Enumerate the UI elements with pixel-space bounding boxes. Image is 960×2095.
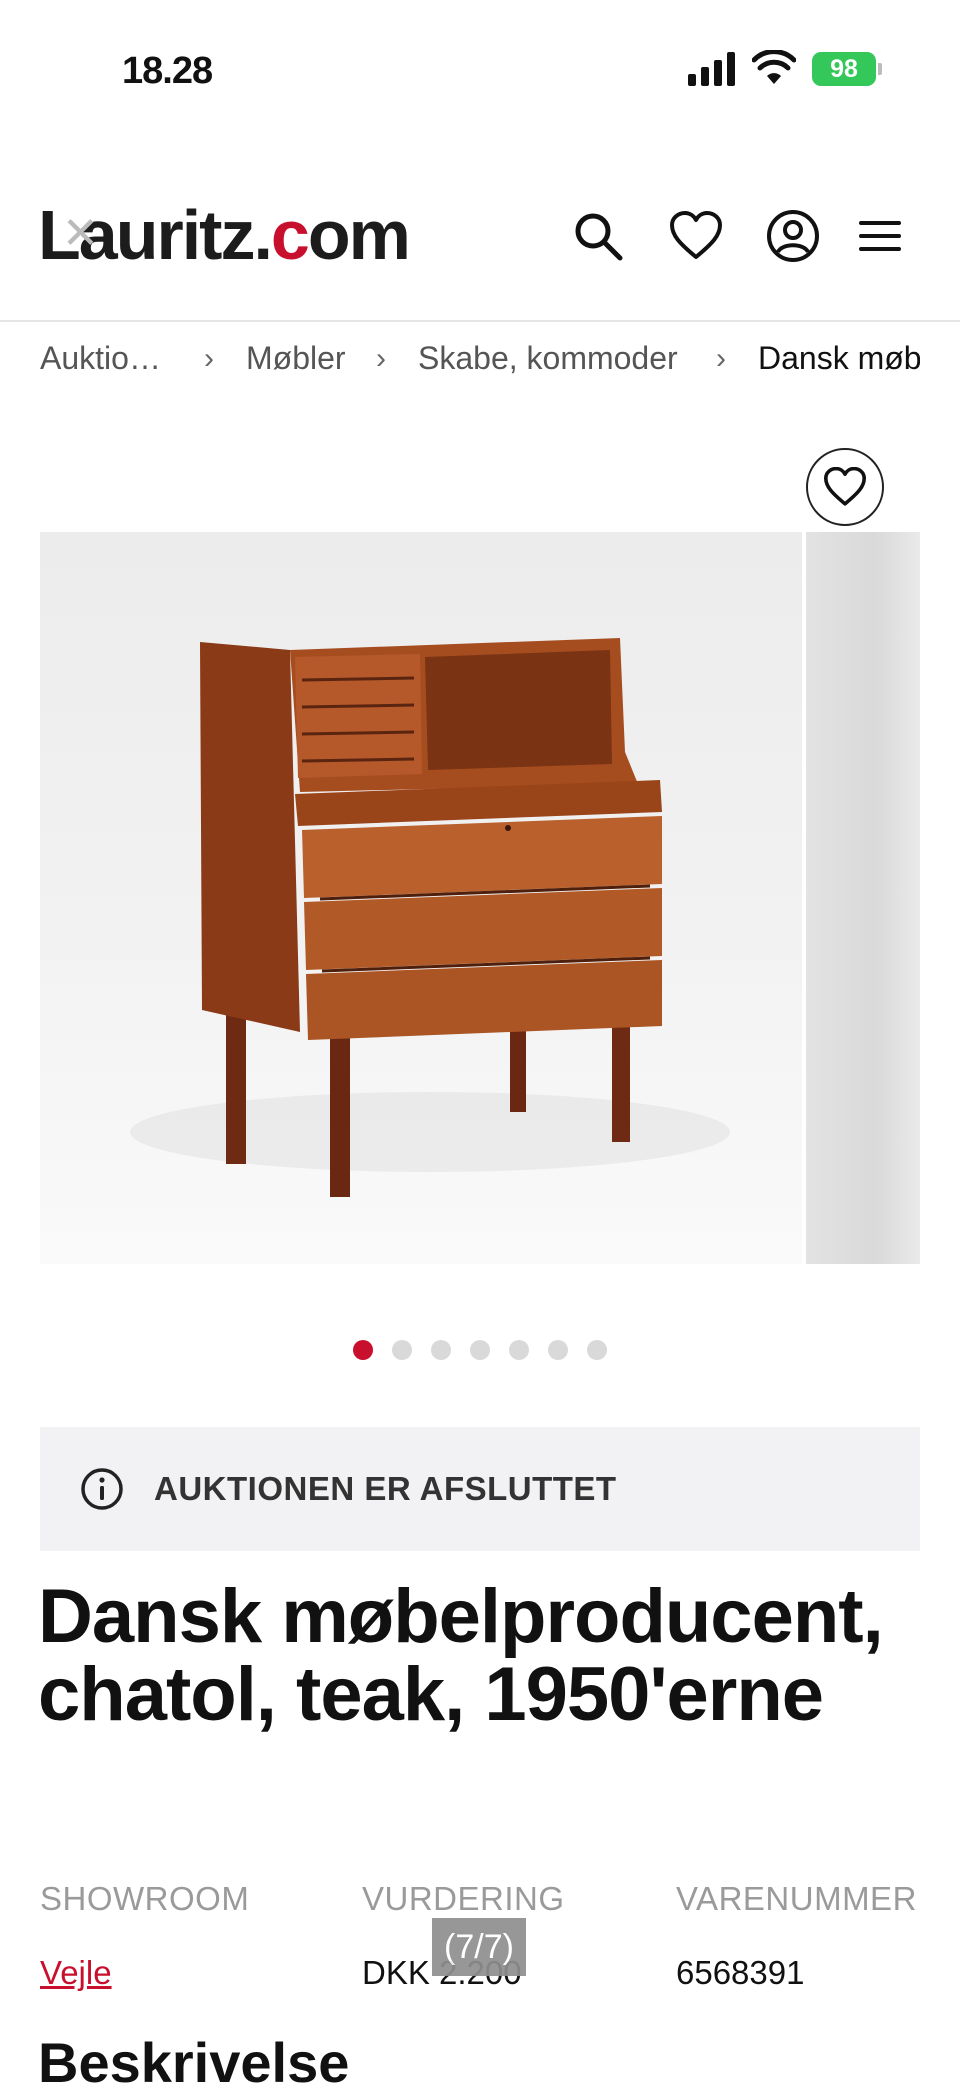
logo-accent: c: [270, 196, 310, 274]
gallery-dot[interactable]: [431, 1340, 451, 1360]
wifi-icon: [752, 50, 796, 84]
gallery-dot[interactable]: [509, 1340, 529, 1360]
battery-tip: [878, 63, 882, 75]
item-number-value: 6568391: [676, 1954, 805, 1991]
chevron-right-icon: ›: [204, 342, 214, 375]
image-counter-overlay: (7/7): [432, 1918, 526, 1976]
breadcrumb-item-current: Dansk møbelproducent: [758, 340, 920, 376]
search-button[interactable]: [566, 204, 630, 268]
breadcrumb-item-cabinets[interactable]: Skabe, kommoder: [418, 340, 678, 377]
chevron-right-icon: ›: [376, 342, 386, 375]
breadcrumb-item-auctions[interactable]: Auktio…: [40, 340, 161, 377]
status-time: 18.28: [122, 50, 213, 92]
close-icon[interactable]: ✕: [62, 208, 99, 259]
info-icon: [81, 1468, 123, 1510]
product-image[interactable]: [40, 532, 802, 1264]
gallery-dot[interactable]: [587, 1340, 607, 1360]
breadcrumb-item-furniture[interactable]: Møbler: [246, 340, 346, 377]
gallery-pagination: [0, 1340, 960, 1364]
teak-cabinet-illustration: [130, 638, 730, 1197]
showroom-label: SHOWROOM: [40, 1880, 250, 1917]
menu-button[interactable]: [848, 204, 912, 268]
gallery-dot[interactable]: [392, 1340, 412, 1360]
notice-text: AUKTIONEN ER AFSLUTTET: [154, 1470, 617, 1507]
logo-suffix: om: [307, 196, 411, 274]
heart-icon: [670, 211, 722, 259]
breadcrumb: Auktio… › Møbler › Skabe, kommoder › Dan…: [40, 340, 920, 380]
valuation-label: VURDERING: [362, 1880, 565, 1917]
image-counter-text: (7/7): [444, 1927, 514, 1966]
chevron-right-icon: ›: [716, 342, 726, 375]
showroom-link[interactable]: Vejle: [40, 1954, 112, 1992]
description-heading: Beskrivelse: [38, 2031, 350, 2094]
product-image-next-peek[interactable]: [806, 532, 920, 1264]
auction-ended-notice: AUKTIONEN ER AFSLUTTET: [40, 1427, 920, 1551]
site-header: Lauritz.com ✕: [0, 160, 960, 322]
battery-indicator: 98: [812, 52, 876, 86]
account-button[interactable]: [761, 204, 825, 268]
menu-icon: [859, 221, 901, 251]
cellular-signal-icon: [688, 52, 735, 86]
gallery-dot[interactable]: [470, 1340, 490, 1360]
product-title: Dansk møbelproducent, chatol, teak, 1950…: [38, 1574, 884, 1737]
user-icon: [767, 210, 819, 262]
gallery-dot[interactable]: [353, 1340, 373, 1360]
battery-level: 98: [830, 54, 858, 83]
item-number-label: VARENUMMER: [676, 1880, 917, 1917]
save-favorite-button[interactable]: [806, 448, 884, 526]
heart-icon: [824, 467, 866, 506]
status-bar: 18.28 98: [0, 0, 960, 130]
gallery-dot[interactable]: [548, 1340, 568, 1360]
search-icon: [575, 213, 623, 261]
favorites-button[interactable]: [664, 204, 728, 268]
